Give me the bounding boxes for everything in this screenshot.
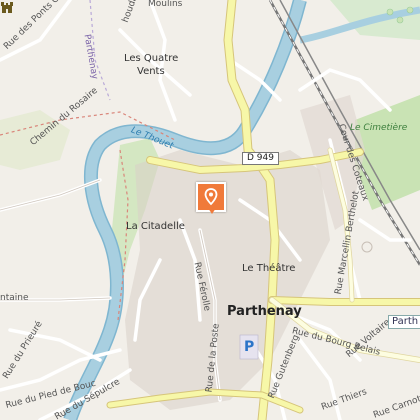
map-pin-icon[interactable] — [196, 182, 226, 214]
label-le-theatre: Le Théâtre — [242, 263, 296, 274]
label-la-citadelle: La Citadelle — [126, 221, 185, 232]
highway-shield-d949: D 949 — [242, 152, 279, 165]
built-area — [125, 150, 330, 410]
pin-glyph-icon — [204, 188, 218, 206]
label-fontaine: ntaine — [0, 293, 29, 303]
label-parthenay: Parthenay — [227, 304, 302, 319]
label-parthenay-cut: Parth — [388, 315, 420, 329]
castle-icon — [1, 2, 13, 13]
parking-icon: P — [244, 339, 255, 355]
roundabout — [361, 241, 373, 253]
label-le-cimetiere: Le Cimetière — [350, 123, 408, 133]
label-les-quatre: Les Quatre — [124, 53, 179, 64]
map-view[interactable]: Rue des Ponts Coutr Moulins houdan Parth… — [0, 0, 420, 420]
label-moulins: Moulins — [148, 0, 183, 9]
label-vents: Vents — [137, 66, 165, 77]
